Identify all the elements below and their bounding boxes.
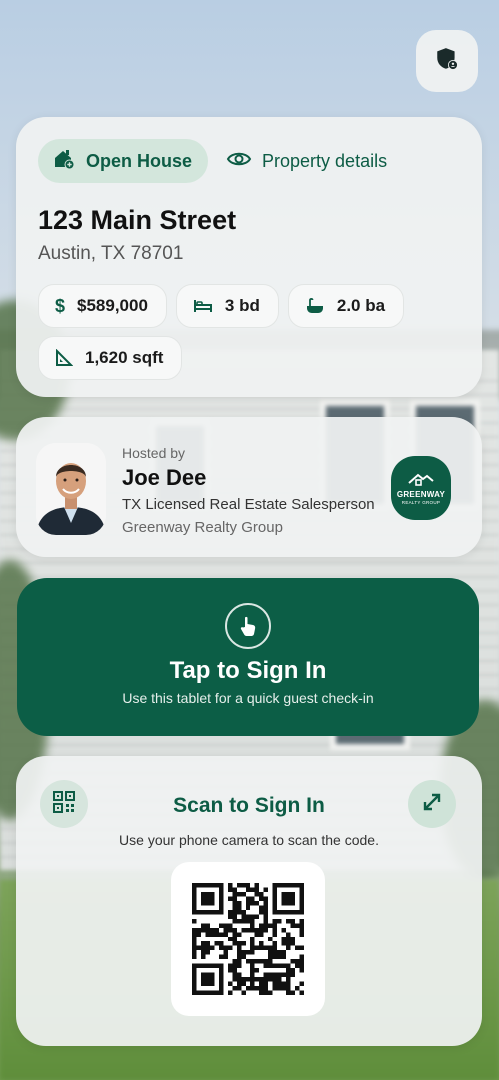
logo-subtext: REALTY GROUP [401, 500, 441, 505]
property-tabs: Open House Property details [38, 139, 387, 183]
hosted-by-label: Hosted by [122, 445, 186, 461]
house-add-icon [52, 147, 76, 176]
tab-property-details[interactable]: Property details [222, 149, 387, 174]
property-city: Austin, TX 78701 [38, 243, 184, 264]
bathtub-icon [305, 297, 325, 315]
security-button[interactable] [416, 30, 478, 92]
host-license: TX Licensed Real Estate Salesperson [122, 496, 375, 513]
tab-property-details-label: Property details [262, 150, 388, 171]
qr-code [171, 862, 325, 1016]
beds-value: 3 bd [224, 296, 260, 315]
eye-icon [226, 149, 252, 174]
beds-chip: 3 bd [175, 284, 279, 328]
greenway-logo: GREENWAY REALTY GROUP [391, 456, 451, 520]
price-chip: $ $589,000 [38, 284, 167, 328]
sqft-value: 1,620 sqft [85, 348, 164, 367]
host-brokerage: Greenway Realty Group [122, 519, 283, 536]
property-address: 123 Main Street [38, 205, 237, 235]
sqft-chip: 1,620 sqft [38, 336, 183, 380]
property-card: Open House Property details 123 Main Str… [16, 117, 482, 397]
tab-open-house[interactable]: Open House [38, 139, 209, 183]
tap-title: Tap to Sign In [169, 657, 327, 684]
logo-text: GREENWAY [396, 490, 446, 499]
shield-user-icon [434, 46, 460, 77]
tap-hand-icon [225, 603, 271, 649]
baths-chip: 2.0 ba [287, 284, 405, 328]
price-value: $589,000 [77, 296, 148, 315]
expand-arrows-icon [421, 791, 443, 818]
dollar-icon: $ [55, 295, 66, 316]
scan-card: Scan to Sign In Use your phone camera to… [16, 756, 482, 1046]
bed-icon [193, 298, 213, 314]
host-name: Joe Dee [122, 465, 207, 490]
ruler-triangle-icon [55, 349, 73, 367]
expand-button[interactable] [408, 780, 456, 828]
tap-subtitle: Use this tablet for a quick guest check-… [122, 690, 374, 706]
host-card: Hosted by Joe Dee TX Licensed Real Estat… [16, 417, 482, 557]
tap-to-sign-in-button[interactable]: Tap to Sign In Use this tablet for a qui… [17, 578, 479, 736]
property-facts: $ $589,000 3 bd 2.0 ba 1,620 sqft [38, 284, 458, 380]
host-avatar [36, 443, 106, 535]
baths-value: 2.0 ba [336, 296, 386, 315]
scan-subtitle: Use your phone camera to scan the code. [119, 832, 379, 848]
tab-open-house-label: Open House [86, 150, 193, 171]
